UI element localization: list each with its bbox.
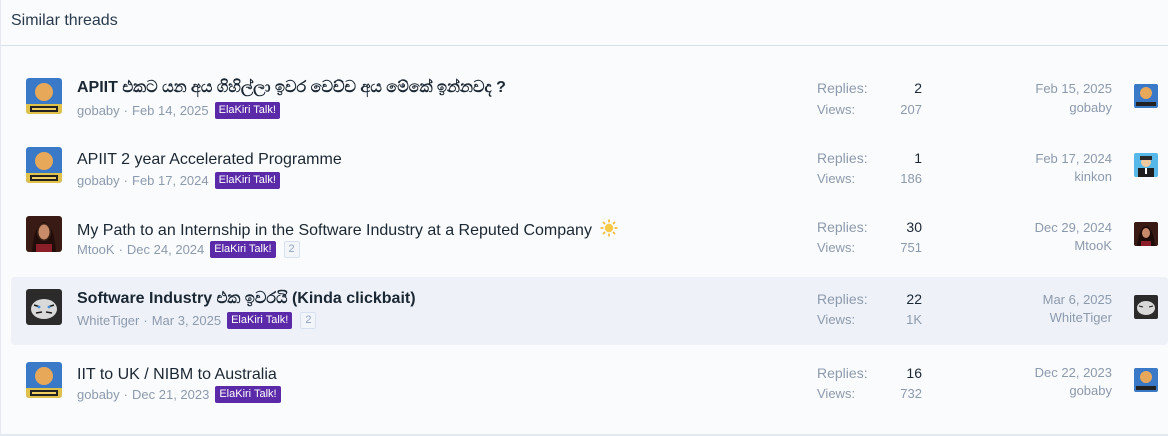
last-poster-avatar[interactable] bbox=[1134, 222, 1158, 246]
thread-date[interactable]: Dec 21, 2023 bbox=[132, 387, 209, 402]
thread-title-text[interactable]: My Path to an Internship in the Software… bbox=[77, 222, 592, 239]
last-poster-avatar[interactable] bbox=[1134, 295, 1158, 319]
last-post-date[interactable]: Dec 22, 2023 bbox=[1035, 365, 1112, 380]
thread-title-link[interactable]: IIT to UK / NIBM to Australia bbox=[77, 366, 277, 384]
last-post-user[interactable]: gobaby bbox=[1069, 100, 1112, 115]
views-label: Views: bbox=[817, 312, 856, 327]
last-post-date[interactable]: Dec 29, 2024 bbox=[1035, 220, 1112, 235]
last-post-date[interactable]: Feb 15, 2025 bbox=[1035, 81, 1112, 96]
views-label: Views: bbox=[817, 171, 856, 186]
thread-author[interactable]: gobaby bbox=[77, 103, 120, 118]
separator: · bbox=[118, 242, 123, 257]
thread-prefix-badge[interactable]: ElaKiri Talk! bbox=[210, 241, 276, 258]
last-post-date[interactable]: Feb 17, 2024 bbox=[1035, 151, 1112, 166]
author-avatar[interactable] bbox=[26, 147, 62, 183]
last-post-user[interactable]: kinkon bbox=[1074, 169, 1112, 184]
views-count: 751 bbox=[900, 240, 922, 255]
thread-prefix-badge[interactable]: ElaKiri Talk! bbox=[214, 102, 280, 119]
thread-meta: gobaby · Feb 17, 2024 ElaKiri Talk! bbox=[77, 172, 280, 189]
thread-meta: MtooK · Dec 24, 2024 ElaKiri Talk! 2 bbox=[77, 241, 300, 258]
thread-row[interactable]: Software Industry එක ඉවරයි (Kinda clickb… bbox=[11, 277, 1168, 345]
thread-row[interactable]: My Path to an Internship in the Software… bbox=[11, 196, 1168, 264]
last-post-user[interactable]: MtooK bbox=[1074, 238, 1112, 253]
thread-date[interactable]: Feb 17, 2024 bbox=[132, 173, 209, 188]
separator: · bbox=[143, 313, 148, 328]
last-post-user[interactable]: gobaby bbox=[1069, 383, 1112, 398]
views-count: 1K bbox=[906, 312, 922, 327]
separator: · bbox=[123, 387, 128, 402]
thread-meta: WhiteTiger · Mar 3, 2025 ElaKiri Talk! 2 bbox=[77, 312, 317, 329]
thread-author[interactable]: gobaby bbox=[77, 173, 120, 188]
thread-author[interactable]: WhiteTiger bbox=[77, 313, 139, 328]
last-poster-avatar[interactable] bbox=[1134, 84, 1158, 108]
last-poster-avatar[interactable] bbox=[1134, 153, 1158, 177]
thread-author[interactable]: MtooK bbox=[77, 242, 115, 257]
thread-prefix-badge[interactable]: ElaKiri Talk! bbox=[214, 172, 280, 189]
thread-list: APIIT එකට යන අය ගිහිල්ලා ඉවර වෙච්ච අය මේ… bbox=[1, 46, 1168, 436]
thread-author[interactable]: gobaby bbox=[77, 387, 120, 402]
separator: · bbox=[123, 103, 128, 118]
replies-label: Replies: bbox=[817, 150, 868, 166]
page-link[interactable]: 2 bbox=[300, 312, 317, 329]
views-label: Views: bbox=[817, 240, 856, 255]
page-link[interactable]: 2 bbox=[283, 241, 300, 258]
author-avatar[interactable] bbox=[26, 289, 62, 325]
thread-prefix-badge[interactable]: ElaKiri Talk! bbox=[215, 386, 281, 403]
author-avatar[interactable] bbox=[26, 78, 62, 114]
replies-label: Replies: bbox=[817, 80, 868, 96]
views-count: 207 bbox=[900, 102, 922, 117]
replies-count: 2 bbox=[914, 80, 922, 96]
block-title: Similar threads bbox=[1, 0, 1168, 46]
thread-date[interactable]: Dec 24, 2024 bbox=[127, 242, 204, 257]
thread-row[interactable]: APIIT එකට යන අය ගිහිල්ලා ඉවර වෙච්ච අය මේ… bbox=[11, 58, 1168, 126]
thread-meta: gobaby · Dec 21, 2023 ElaKiri Talk! bbox=[77, 386, 281, 403]
last-poster-avatar[interactable] bbox=[1134, 368, 1158, 392]
last-post-user[interactable]: WhiteTiger bbox=[1050, 310, 1112, 325]
views-label: Views: bbox=[817, 386, 856, 401]
thread-date[interactable]: Feb 14, 2025 bbox=[132, 103, 209, 118]
thread-title-link[interactable]: APIIT 2 year Accelerated Programme bbox=[77, 151, 342, 169]
author-avatar[interactable] bbox=[26, 216, 62, 252]
replies-label: Replies: bbox=[817, 291, 868, 307]
replies-count: 16 bbox=[906, 365, 922, 381]
replies-count: 30 bbox=[906, 219, 922, 235]
thread-date[interactable]: Mar 3, 2025 bbox=[152, 313, 221, 328]
thread-row[interactable]: APIIT 2 year Accelerated Programme gobab… bbox=[11, 127, 1168, 195]
sun-icon bbox=[600, 219, 618, 237]
views-count: 186 bbox=[900, 171, 922, 186]
views-count: 732 bbox=[900, 386, 922, 401]
thread-meta: gobaby · Feb 14, 2025 ElaKiri Talk! bbox=[77, 102, 280, 119]
author-avatar[interactable] bbox=[26, 362, 62, 398]
views-label: Views: bbox=[817, 102, 856, 117]
replies-count: 22 bbox=[906, 291, 922, 307]
replies-label: Replies: bbox=[817, 365, 868, 381]
replies-label: Replies: bbox=[817, 219, 868, 235]
thread-title-link[interactable]: Software Industry එක ඉවරයි (Kinda clickb… bbox=[77, 290, 416, 308]
last-post-date[interactable]: Mar 6, 2025 bbox=[1043, 292, 1112, 307]
thread-title-link[interactable]: APIIT එකට යන අය ගිහිල්ලා ඉවර වෙච්ච අය මේ… bbox=[77, 79, 506, 97]
thread-prefix-badge[interactable]: ElaKiri Talk! bbox=[227, 312, 293, 329]
similar-threads-block: Similar threads APIIT එකට යන අය ගිහිල්ලා… bbox=[0, 0, 1168, 436]
replies-count: 1 bbox=[914, 150, 922, 166]
separator: · bbox=[123, 173, 128, 188]
thread-row[interactable]: IIT to UK / NIBM to Australia gobaby · D… bbox=[11, 342, 1168, 410]
thread-title-link[interactable]: My Path to an Internship in the Software… bbox=[77, 219, 618, 240]
